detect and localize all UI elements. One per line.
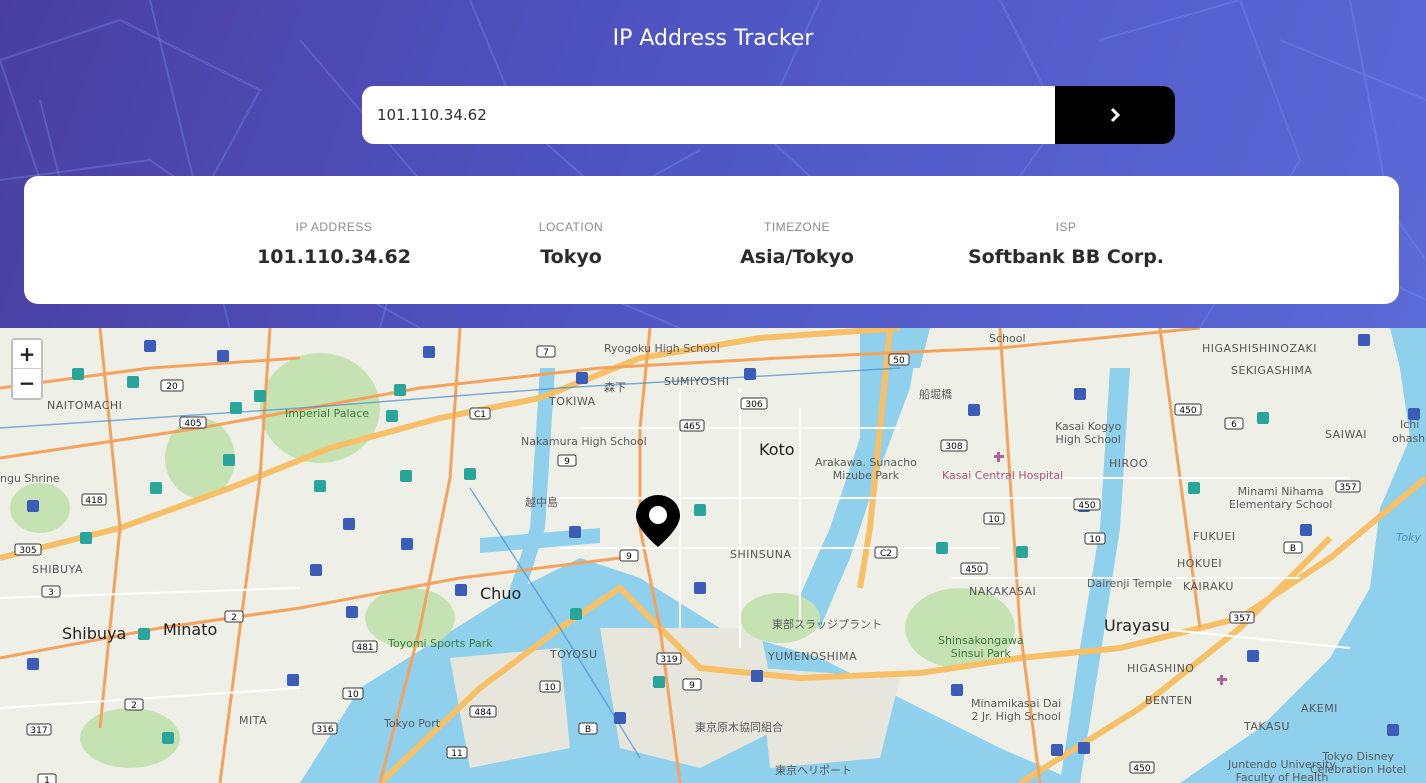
svg-text:C1: C1 (474, 410, 486, 420)
ip-address-block: IP ADDRESS 101.110.34.62 (257, 220, 411, 268)
svg-text:B: B (1290, 544, 1296, 554)
svg-text:357: 357 (1339, 483, 1356, 493)
svg-text:1: 1 (44, 776, 50, 783)
ip-info-card: IP ADDRESS 101.110.34.62 LOCATION Tokyo … (24, 176, 1399, 304)
svg-text:C2: C2 (880, 549, 892, 559)
isp-label: ISP (1055, 220, 1077, 234)
zoom-out-button[interactable]: − (13, 369, 41, 398)
svg-text:10: 10 (544, 683, 556, 693)
location-label: LOCATION (538, 220, 604, 234)
svg-text:405: 405 (184, 419, 201, 429)
zoom-in-button[interactable]: + (13, 340, 41, 369)
search-form (362, 86, 1175, 144)
svg-text:11: 11 (451, 749, 462, 759)
svg-text:316: 316 (316, 725, 333, 735)
svg-text:450: 450 (1133, 764, 1150, 774)
svg-text:20: 20 (166, 382, 178, 392)
svg-text:10: 10 (1089, 535, 1101, 545)
zoom-control: + − (11, 338, 43, 400)
svg-text:450: 450 (965, 565, 982, 575)
svg-text:319: 319 (660, 655, 677, 665)
svg-text:450: 450 (1078, 501, 1095, 511)
svg-text:357: 357 (1233, 614, 1250, 624)
svg-text:9: 9 (689, 681, 695, 691)
svg-text:6: 6 (1231, 420, 1237, 430)
location-block: LOCATION Tokyo (539, 220, 603, 268)
svg-text:305: 305 (19, 546, 36, 556)
svg-text:B: B (585, 725, 591, 735)
svg-text:450: 450 (1179, 406, 1196, 416)
search-submit-button[interactable] (1055, 86, 1175, 144)
ip-address-label: IP ADDRESS (295, 220, 373, 234)
svg-text:2: 2 (131, 701, 137, 711)
timezone-value: Asia/Tokyo (740, 246, 854, 268)
timezone-block: TIMEZONE Asia/Tokyo (740, 220, 854, 268)
map-tiles: 7 50 20 306 450 405 C1 465 6 308 9 418 4… (0, 328, 1426, 783)
isp-value: Softbank BB Corp. (967, 246, 1165, 268)
svg-text:10: 10 (988, 515, 1000, 525)
svg-text:9: 9 (626, 552, 632, 562)
svg-text:317: 317 (30, 726, 47, 736)
svg-text:9: 9 (564, 457, 570, 467)
location-pin-icon[interactable] (634, 493, 682, 549)
svg-text:7: 7 (543, 348, 549, 358)
map[interactable]: 7 50 20 306 450 405 C1 465 6 308 9 418 4… (0, 328, 1426, 783)
svg-text:2: 2 (231, 613, 237, 623)
svg-text:306: 306 (745, 400, 762, 410)
ip-address-value: 101.110.34.62 (257, 246, 411, 268)
svg-text:10: 10 (347, 690, 359, 700)
svg-text:481: 481 (356, 643, 373, 653)
svg-text:465: 465 (683, 422, 700, 432)
location-value: Tokyo (540, 246, 602, 268)
chevron-right-icon (1110, 107, 1121, 123)
isp-block: ISP Softbank BB Corp. (968, 220, 1164, 268)
app-title: IP Address Tracker (612, 26, 814, 51)
timezone-label: TIMEZONE (763, 220, 830, 234)
svg-text:3: 3 (48, 588, 54, 598)
svg-text:484: 484 (474, 708, 491, 718)
svg-text:50: 50 (893, 356, 905, 366)
ip-search-input[interactable] (362, 86, 1055, 144)
svg-text:308: 308 (945, 442, 962, 452)
svg-text:418: 418 (85, 496, 102, 506)
